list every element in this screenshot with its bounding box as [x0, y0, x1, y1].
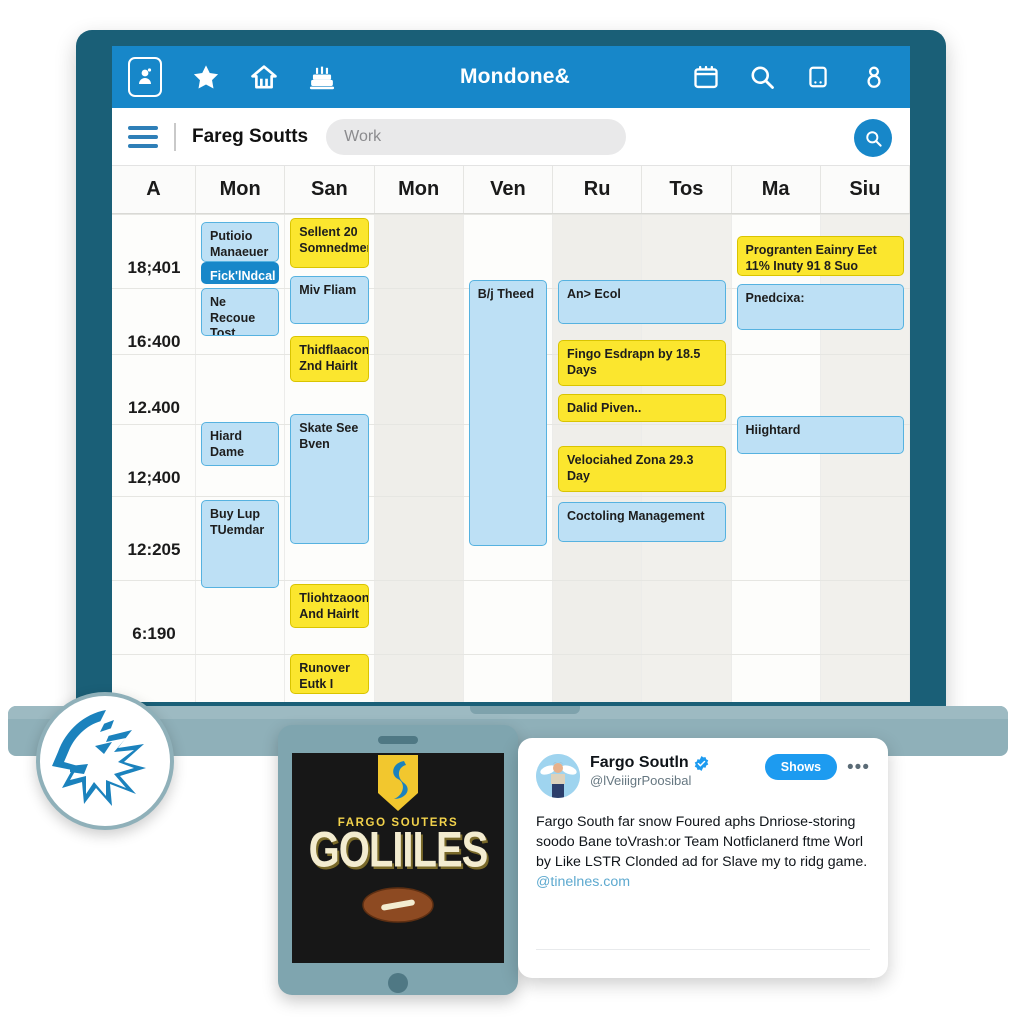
calendar-column-header[interactable]: Mon — [196, 166, 286, 213]
follow-button[interactable]: Shows — [764, 754, 838, 780]
calendar-column-header[interactable]: Tos — [642, 166, 732, 213]
football-icon — [362, 887, 434, 923]
calendar-event[interactable]: B/j Theed — [468, 280, 547, 546]
calendar-event[interactable]: Hiightard — [736, 416, 904, 454]
account-icon[interactable] — [854, 57, 894, 97]
laptop-screen: Mondone& Fareg Soutts Work A Mon San Mon… — [112, 46, 910, 702]
calendar-event[interactable]: Skate See Bven — [290, 414, 369, 544]
calendar-column-header[interactable]: Mon — [375, 166, 464, 213]
app-title: Mondone& — [459, 65, 571, 88]
calendar-time-label: 16:400 — [127, 332, 181, 351]
star-icon[interactable] — [186, 57, 226, 97]
home-icon[interactable] — [244, 57, 284, 97]
app-header-bar: Mondone& — [112, 46, 910, 108]
calendar-column-header[interactable]: Siu — [821, 166, 910, 213]
calendar-event[interactable]: Ne Recoue Tost Alnoed — [201, 288, 280, 336]
calendar-time-label: 12.400 — [128, 398, 180, 417]
tweet-name-text: Fargo Soutln — [590, 754, 689, 771]
search-button[interactable] — [854, 119, 892, 157]
laptop-notch — [470, 706, 580, 714]
calendar-hour-line — [112, 214, 910, 215]
calendar-event[interactable]: Runover Eutk I — [290, 654, 369, 694]
tweet-card: Fargo Soutln @lVeiiigrPoosibal Shows •••… — [518, 738, 888, 978]
tweet-body-text: Fargo South far snow Foured aphs Dnriose… — [536, 814, 868, 871]
calendar-event[interactable]: Hiard Dame — [201, 422, 280, 466]
calendar-event[interactable]: Buy Lup TUemdar — [201, 500, 280, 588]
avatar[interactable] — [536, 754, 580, 798]
mobile-icon[interactable] — [798, 57, 838, 97]
calendar-event[interactable]: Fick'lNdcal — [201, 262, 280, 284]
calendar-event[interactable]: Putioio Manaeuer — [201, 222, 280, 262]
calendar-grid[interactable]: 18;401 16:400 12.400 12;400 12:205 6:190 Putio… — [112, 214, 910, 702]
calendar-column-header[interactable]: San — [285, 166, 375, 213]
tweet-identity: Fargo Soutln @lVeiiigrPoosibal — [590, 754, 709, 788]
tablet-camera — [378, 736, 418, 744]
tablet-home-button[interactable] — [388, 973, 408, 993]
calendar-column-header[interactable]: A — [112, 166, 196, 213]
calendar-event[interactable]: Sellent 20 SomnedmerUay — [290, 218, 369, 268]
calendar-hour-line — [112, 654, 910, 655]
tweet-display-name: Fargo Soutln — [590, 754, 709, 772]
tablet-screen: FARGO SOUTERS GOLIILES — [292, 753, 504, 963]
shield-icon — [378, 755, 418, 811]
tablet-device: FARGO SOUTERS GOLIILES — [278, 725, 518, 995]
more-options-icon[interactable]: ••• — [847, 754, 870, 777]
calendar-column-header[interactable]: Ma — [732, 166, 821, 213]
tweet-divider — [536, 949, 870, 950]
contact-card-icon[interactable] — [128, 57, 162, 97]
tweet-handle: @lVeiiigrPoosibal — [590, 773, 692, 788]
calendar-event[interactable]: Velociahed Zona 29.3 Day — [558, 446, 726, 492]
calendar-column-headers: A Mon San Mon Ven Ru Tos Ma Siu — [112, 166, 910, 214]
calendar-time-label: 12:205 — [127, 540, 181, 559]
sub-header-bar: Fareg Soutts Work — [112, 108, 910, 166]
divider — [174, 122, 176, 151]
calendar-event[interactable]: Pnedcixa: — [736, 284, 904, 330]
calendar-event[interactable]: Fingo Esdrapn by 18.5 Days — [558, 340, 726, 386]
app-header-actions — [670, 57, 894, 97]
calendar-event[interactable]: Tliohtzaoon And Hairlt — [290, 584, 369, 628]
calendar-event[interactable]: Miv Fliam — [290, 276, 369, 324]
calendar-event[interactable]: Progranten Eainry Eet 11% Inuty 91 8 Suo — [736, 236, 904, 276]
tweet-header: Fargo Soutln @lVeiiigrPoosibal Shows ••• — [536, 754, 870, 798]
calendar-icon[interactable] — [686, 57, 726, 97]
calendar-column-header[interactable]: Ru — [553, 166, 643, 213]
menu-icon[interactable] — [128, 125, 158, 148]
tweet-link[interactable]: @tinelnes.com — [536, 874, 630, 890]
search-icon[interactable] — [742, 57, 782, 97]
calendar-event[interactable]: Thidflaacon Znd Hairlt — [290, 336, 369, 382]
verified-badge-icon — [694, 755, 708, 771]
search-input[interactable]: Work — [326, 118, 627, 155]
calendar-event[interactable]: Coctoling Management — [558, 502, 726, 542]
calendar-column-header[interactable]: Ven — [464, 166, 553, 213]
cake-icon[interactable] — [302, 57, 342, 97]
account-name: Fareg Soutts — [192, 125, 309, 147]
calendar-time-label: 18;401 — [127, 258, 181, 277]
calendar-event[interactable]: Dalid Piven.. — [558, 394, 726, 422]
calendar-time-label: 6:190 — [132, 624, 176, 643]
team-name: GOLIILES — [308, 822, 489, 878]
calendar-time-label: 12;400 — [127, 468, 181, 487]
screenshot-root: Mondone& Fareg Soutts Work A Mon San Mon… — [0, 0, 1024, 1024]
tweet-body: Fargo South far snow Foured aphs Dnriose… — [536, 812, 870, 893]
calendar-event[interactable]: An> Ecol — [558, 280, 726, 324]
wolf-head-icon — [36, 692, 174, 830]
